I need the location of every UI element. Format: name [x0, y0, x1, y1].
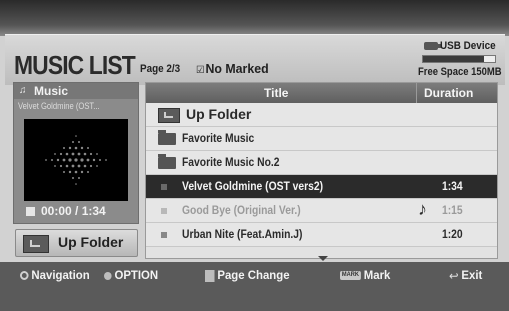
list-item-label: Up Folder: [186, 106, 252, 122]
key-guide-bar: Navigation OPTION Page Change MARK Mark ↩…: [0, 262, 509, 311]
column-duration: Duration: [424, 86, 474, 100]
music-file-icon: [161, 208, 167, 214]
music-file-icon: [161, 232, 167, 238]
usb-device-label: USB Device: [440, 40, 496, 52]
marked-status: ☑No Marked: [196, 61, 269, 76]
music-list-screen: MUSIC LIST Page 2/3 ☑No Marked USB Devic…: [0, 0, 509, 311]
music-icon: ♫: [19, 85, 27, 96]
hint-mark: MARK Mark: [340, 268, 390, 282]
list-item-label: Good Bye (Original Ver.): [182, 203, 301, 217]
up-folder-button[interactable]: Up Folder: [15, 229, 138, 257]
list-item-folder[interactable]: Favorite Music: [146, 127, 497, 151]
hint-mark-label: Mark: [363, 268, 391, 282]
music-note-icon: ♪: [418, 199, 427, 219]
list-item-label: Velvet Goldmine (OST vers2): [182, 179, 324, 193]
hint-exit: ↩ Exit: [449, 268, 482, 283]
up-folder-button-label: Up Folder: [58, 234, 124, 250]
checkmark-icon: ☑: [196, 65, 205, 76]
column-divider: [416, 83, 417, 103]
folder-icon: [158, 154, 176, 169]
navigation-icon: [20, 271, 29, 281]
hint-exit-label: Exit: [461, 268, 483, 282]
page-change-icon: [205, 269, 215, 282]
top-band: [0, 0, 509, 36]
stop-icon: [26, 207, 35, 216]
list-item-up-folder[interactable]: Up Folder: [146, 103, 497, 127]
up-folder-icon: [158, 108, 180, 123]
page-title: MUSIC LIST: [14, 50, 136, 80]
usb-icon: [424, 42, 442, 50]
column-title: Title: [264, 86, 289, 100]
preview-header: ♫ Music: [14, 83, 138, 99]
option-icon: [104, 271, 112, 280]
list-item-duration: 1:34: [442, 179, 463, 193]
exit-icon: ↩: [449, 268, 459, 283]
list-item-folder[interactable]: Favorite Music No.2: [146, 151, 497, 175]
album-art: [24, 119, 128, 201]
up-folder-icon: [23, 235, 49, 253]
preview-title: Music: [34, 84, 69, 98]
list-item-label: Urban Nite (Feat.Amin.J): [182, 227, 303, 241]
list-item-duration: 1:15: [442, 203, 463, 217]
file-list: Title Duration Up Folder Favorite Music …: [145, 82, 498, 259]
preview-track: Velvet Goldmine (OST...: [18, 101, 100, 111]
marked-status-label: No Marked: [205, 61, 269, 76]
list-item-duration: 1:20: [442, 227, 463, 241]
scroll-down-icon[interactable]: [318, 256, 328, 261]
hint-navigation: Navigation: [20, 268, 90, 282]
hint-navigation-label: Navigation: [31, 268, 90, 282]
list-item[interactable]: Urban Nite (Feat.Amin.J) 1:20: [146, 223, 497, 247]
list-item-label: Favorite Music: [182, 131, 255, 145]
hint-page-change: Page Change: [205, 268, 290, 282]
hint-option: OPTION: [104, 268, 158, 282]
hint-option-label: OPTION: [114, 268, 159, 282]
music-file-icon: [161, 184, 167, 190]
mark-key-icon: MARK: [340, 271, 361, 281]
list-item-selected[interactable]: Velvet Goldmine (OST vers2) 1:34: [146, 175, 497, 199]
page-indicator: Page 2/3: [140, 63, 181, 75]
preview-panel: ♫ Music Velvet Goldmine (OST... 00:00 / …: [13, 82, 139, 224]
list-item-playing[interactable]: Good Bye (Original Ver.) ♪ 1:15: [146, 199, 497, 223]
playback-time: 00:00 / 1:34: [41, 204, 106, 218]
hint-page-change-label: Page Change: [217, 268, 290, 282]
list-header: Title Duration: [146, 83, 497, 103]
visualizer-pattern: [45, 135, 107, 185]
list-item-label: Favorite Music No.2: [182, 155, 280, 169]
storage-bar: [422, 55, 496, 63]
storage-bar-fill: [423, 56, 485, 62]
folder-icon: [158, 130, 176, 145]
free-space-label: Free Space 150MB: [418, 66, 502, 78]
